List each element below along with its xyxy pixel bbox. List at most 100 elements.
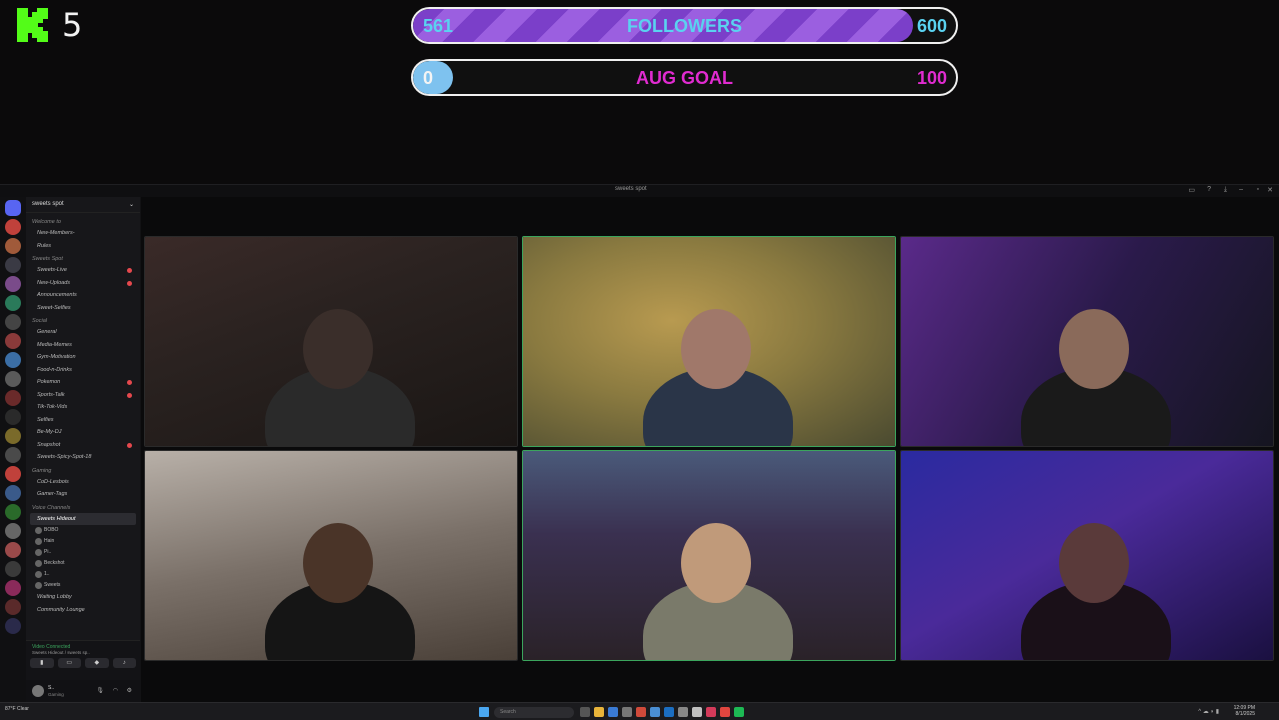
voice-channel[interactable]: Community Lounge: [30, 604, 136, 617]
channel-item[interactable]: General: [30, 326, 136, 339]
channel-item[interactable]: Gym-Motivation: [30, 351, 136, 364]
home-icon[interactable]: [5, 200, 21, 216]
activity-button[interactable]: ◆: [85, 658, 109, 668]
server-icon[interactable]: [5, 333, 21, 349]
channel-category[interactable]: Social: [32, 318, 136, 324]
server-icon[interactable]: [5, 257, 21, 273]
notepad-icon[interactable]: [692, 707, 702, 717]
spotify-icon[interactable]: [734, 707, 744, 717]
soundboard-button[interactable]: ♪: [112, 658, 136, 668]
channel-item[interactable]: Sweets-Spicy-Spot-18: [30, 451, 136, 464]
voice-user-name: Pi..: [44, 549, 52, 555]
app-icon[interactable]: [650, 707, 660, 717]
close-icon[interactable]: ✕: [1267, 186, 1273, 194]
channel-item[interactable]: Selfies: [30, 414, 136, 427]
server-icon[interactable]: [5, 295, 21, 311]
server-header[interactable]: sweets spot ⌄: [26, 197, 140, 213]
channel-item[interactable]: New-Uploads: [30, 277, 136, 290]
server-icon[interactable]: [5, 238, 21, 254]
channel-item[interactable]: Rules: [30, 240, 136, 253]
server-icon[interactable]: [5, 580, 21, 596]
voice-user[interactable]: Beckshot: [30, 558, 136, 569]
voice-user-name: Beckshot: [44, 560, 65, 566]
channel-category[interactable]: Sweets Spot: [32, 256, 136, 262]
steam-icon[interactable]: [664, 707, 674, 717]
server-icon[interactable]: [5, 371, 21, 387]
app-icon[interactable]: [622, 707, 632, 717]
server-icon[interactable]: [5, 618, 21, 634]
channel-item[interactable]: Sweets-Live: [30, 264, 136, 277]
weather-widget[interactable]: 87°F Clear: [5, 706, 29, 712]
server-icon[interactable]: [5, 428, 21, 444]
microphone-icon[interactable]: 🎙: [96, 687, 104, 694]
camera-button[interactable]: ▮: [30, 658, 54, 668]
server-icon[interactable]: [5, 599, 21, 615]
chevron-down-icon: ⌄: [128, 202, 134, 208]
minimize-icon[interactable]: –: [1239, 186, 1243, 193]
video-tile[interactable]: [900, 450, 1274, 661]
channel-label: Sweet-Selfies: [37, 304, 71, 311]
channel-category[interactable]: Welcome to: [32, 219, 136, 225]
voice-channel-active[interactable]: Sweets Hideout: [30, 512, 136, 525]
screen-share-button[interactable]: ▭: [57, 658, 81, 668]
channel-item[interactable]: CoD-Lesbois: [30, 476, 136, 489]
channel-item[interactable]: Tik-Tok-Vids: [30, 401, 136, 414]
app-icon[interactable]: [720, 707, 730, 717]
server-icon[interactable]: [5, 485, 21, 501]
headphones-icon[interactable]: ◠: [113, 687, 118, 694]
voice-user[interactable]: Pi..: [30, 547, 136, 558]
file-explorer-icon[interactable]: [594, 707, 604, 717]
app-icon[interactable]: [678, 707, 688, 717]
voice-user[interactable]: 1..: [30, 569, 136, 580]
server-icon[interactable]: [5, 542, 21, 558]
server-icon[interactable]: [5, 447, 21, 463]
channel-item[interactable]: Gamer-Tags: [30, 488, 136, 501]
server-icon[interactable]: [5, 390, 21, 406]
channel-item[interactable]: Food-n-Drinks: [30, 364, 136, 377]
channel-item[interactable]: Pokemon: [30, 376, 136, 389]
windows-start-icon[interactable]: [479, 707, 489, 717]
gear-icon[interactable]: ⚙: [127, 687, 132, 694]
pinned-apps: [580, 707, 744, 717]
app-icon[interactable]: [608, 707, 618, 717]
channel-item[interactable]: Sweet-Selfies: [30, 302, 136, 315]
server-icon[interactable]: [5, 466, 21, 482]
video-tile[interactable]: [522, 450, 896, 661]
download-icon[interactable]: ⤓: [1224, 186, 1227, 194]
channel-item[interactable]: Be-My-DJ: [30, 426, 136, 439]
video-tile[interactable]: [900, 236, 1274, 447]
voice-channel[interactable]: Waiting Lobby: [30, 591, 136, 604]
app-icon[interactable]: [636, 707, 646, 717]
voice-user[interactable]: Hain: [30, 536, 136, 547]
maximize-icon[interactable]: ▫: [1257, 186, 1259, 193]
server-icon[interactable]: [5, 409, 21, 425]
app-icon[interactable]: [706, 707, 716, 717]
system-tray[interactable]: ^ ☁ ◗ ▮: [1198, 708, 1219, 715]
voice-user[interactable]: BOBO: [30, 525, 136, 536]
voice-category[interactable]: Voice Channels: [32, 505, 136, 511]
aug-goal-label: AUG GOAL: [636, 68, 733, 88]
channel-item[interactable]: Snapshot: [30, 439, 136, 452]
channel-item[interactable]: Media-Memes: [30, 339, 136, 352]
inbox-icon[interactable]: ▭: [1188, 186, 1195, 194]
avatar[interactable]: [32, 685, 44, 697]
video-tile[interactable]: [144, 450, 518, 661]
help-icon[interactable]: ?: [1207, 186, 1211, 193]
channel-category[interactable]: Gaming: [32, 468, 136, 474]
task-view-icon[interactable]: [580, 707, 590, 717]
channel-item[interactable]: New-Members-: [30, 227, 136, 240]
server-icon[interactable]: [5, 276, 21, 292]
server-icon[interactable]: [5, 352, 21, 368]
voice-user[interactable]: Sweets: [30, 580, 136, 591]
clock[interactable]: 12:09 PM 8/1/2025: [1234, 705, 1255, 717]
server-icon[interactable]: [5, 504, 21, 520]
video-tile[interactable]: [144, 236, 518, 447]
video-tile[interactable]: [522, 236, 896, 447]
server-icon[interactable]: [5, 314, 21, 330]
channel-item[interactable]: Announcements: [30, 289, 136, 302]
taskbar-search-input[interactable]: Search: [494, 707, 574, 718]
server-icon[interactable]: [5, 561, 21, 577]
channel-item[interactable]: Sports-Talk: [30, 389, 136, 402]
server-icon[interactable]: [5, 523, 21, 539]
server-icon[interactable]: [5, 219, 21, 235]
